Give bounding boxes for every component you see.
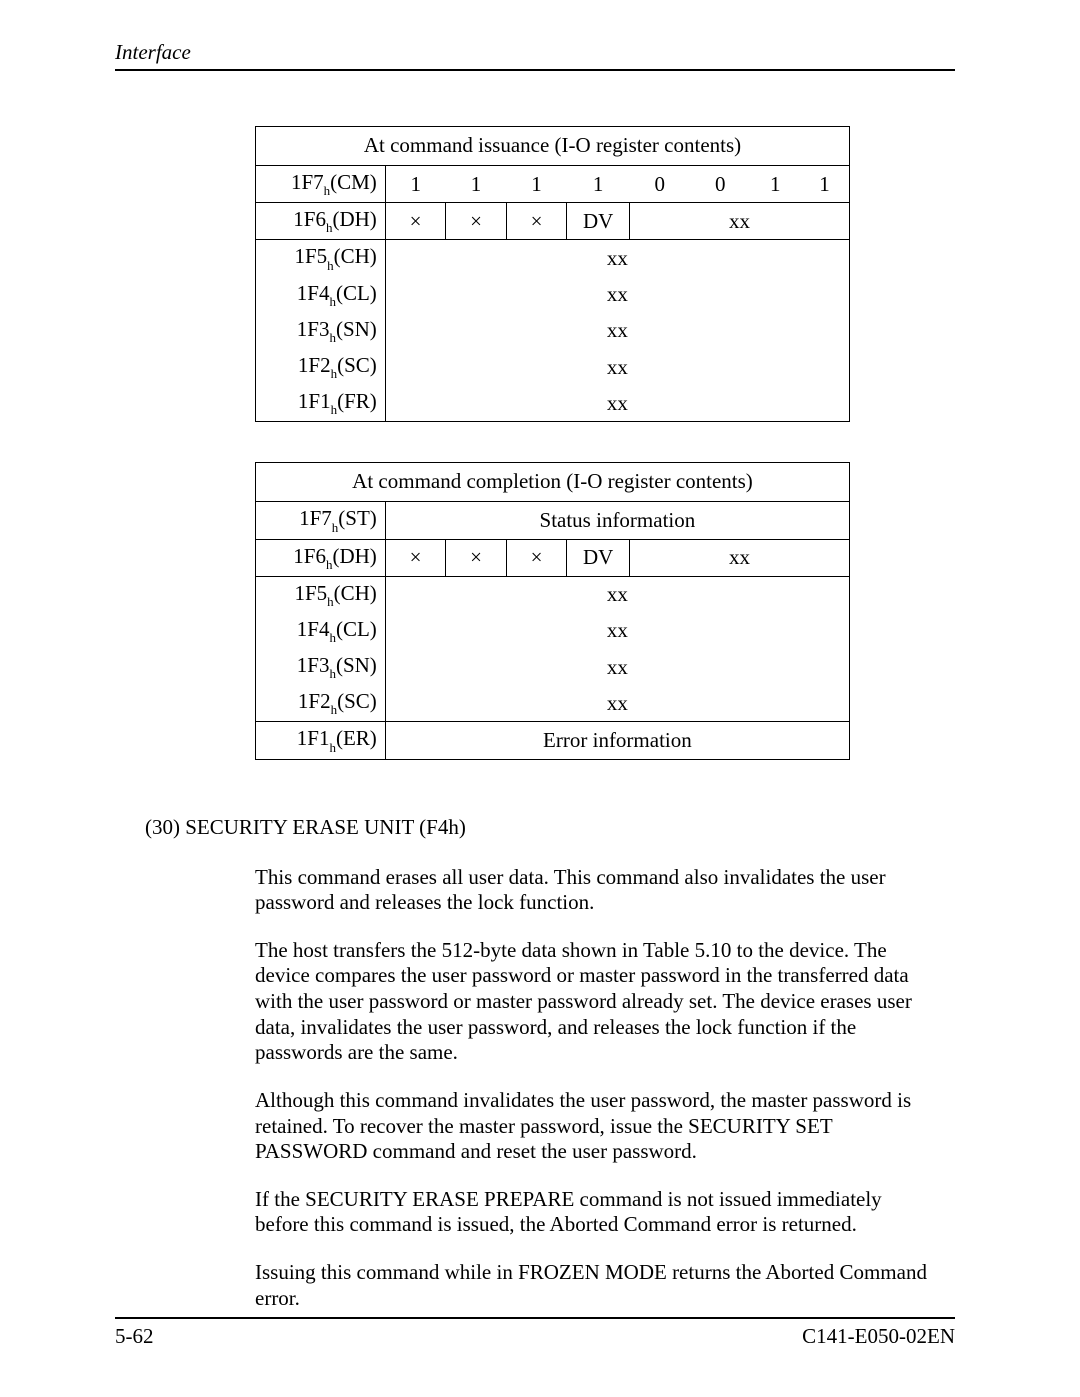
bit-cell-span: Error information	[385, 722, 849, 759]
bit-cell-span: xx	[385, 240, 849, 277]
label-suffix: (CM)	[330, 170, 377, 194]
label-sub: h	[331, 366, 338, 381]
label-suffix: (SN)	[336, 653, 377, 677]
label-main: 1F5	[294, 244, 327, 268]
reg-1f3-sn-label: 1F3h(SN)	[256, 649, 386, 685]
label-main: 1F4	[297, 281, 330, 305]
bit-cell: 1	[750, 166, 800, 203]
label-sub: h	[326, 557, 333, 572]
bit-cell-span: xx	[385, 385, 849, 422]
bit-cell-span: xx	[385, 313, 849, 349]
label-sub: h	[329, 294, 336, 309]
reg-1f5-ch-label: 1F5h(CH)	[256, 240, 386, 277]
bit-cell-span: xx	[385, 576, 849, 613]
bit-cell: 1	[567, 166, 630, 203]
footer-page-number: 5-62	[115, 1324, 154, 1349]
reg-1f7-cm-label: 1F7h(CM)	[256, 166, 386, 203]
label-sub: h	[329, 630, 336, 645]
bit-cell-span: xx	[385, 277, 849, 313]
label-suffix: (ER)	[336, 726, 377, 750]
label-sub: h	[331, 402, 338, 417]
label-sub: h	[329, 740, 336, 755]
table-issuance: At command issuance (I-O register conten…	[255, 126, 850, 422]
bit-cell: 1	[446, 166, 507, 203]
reg-1f6-dh-label: 1F6h(DH)	[256, 539, 386, 576]
label-main: 1F4	[297, 617, 330, 641]
bit-cell: 0	[690, 166, 751, 203]
bit-cell-span: Status information	[385, 502, 849, 539]
bit-cell-span: xx	[629, 539, 849, 576]
body-para: This command erases all user data. This …	[255, 865, 935, 916]
reg-1f1-er-label: 1F1h(ER)	[256, 722, 386, 759]
label-main: 1F5	[294, 581, 327, 605]
bit-cell: ×	[446, 539, 507, 576]
bit-cell-span: xx	[385, 649, 849, 685]
bit-cell: ×	[446, 203, 507, 240]
bit-cell: 0	[629, 166, 690, 203]
bit-cell-span: xx	[629, 203, 849, 240]
body-para: If the SECURITY ERASE PREPARE command is…	[255, 1187, 935, 1238]
label-suffix: (DH)	[332, 544, 376, 568]
label-sub: h	[331, 702, 338, 717]
bit-cell-span: xx	[385, 349, 849, 385]
reg-1f4-cl-label: 1F4h(CL)	[256, 277, 386, 313]
label-main: 1F3	[297, 653, 330, 677]
body-para: The host transfers the 512-byte data sho…	[255, 938, 935, 1066]
label-sub: h	[329, 330, 336, 345]
label-main: 1F1	[297, 726, 330, 750]
bit-cell: ×	[385, 539, 446, 576]
table-completion: At command completion (I-O register cont…	[255, 462, 850, 759]
body-para: Although this command invalidates the us…	[255, 1088, 935, 1165]
label-sub: h	[332, 520, 339, 535]
label-suffix: (ST)	[338, 506, 377, 530]
label-suffix: (CL)	[336, 617, 377, 641]
label-main: 1F2	[298, 353, 331, 377]
bit-cell: 1	[385, 166, 446, 203]
reg-1f2-sc-label: 1F2h(SC)	[256, 685, 386, 722]
reg-1f7-st-label: 1F7h(ST)	[256, 502, 386, 539]
label-suffix: (DH)	[332, 207, 376, 231]
label-suffix: (CH)	[334, 244, 377, 268]
bit-cell: ×	[506, 539, 567, 576]
bit-cell: ×	[506, 203, 567, 240]
reg-1f6-dh-label: 1F6h(DH)	[256, 203, 386, 240]
label-main: 1F6	[293, 544, 326, 568]
label-sub: h	[327, 594, 334, 609]
label-sub: h	[327, 258, 334, 273]
label-suffix: (SN)	[336, 317, 377, 341]
label-main: 1F6	[293, 207, 326, 231]
label-suffix: (CH)	[334, 581, 377, 605]
label-main: 1F3	[297, 317, 330, 341]
reg-1f2-sc-label: 1F2h(SC)	[256, 349, 386, 385]
bit-cell: 1	[800, 166, 850, 203]
bit-cell: DV	[567, 539, 630, 576]
label-sub: h	[326, 220, 333, 235]
label-suffix: (SC)	[337, 353, 377, 377]
footer-doc-id: C141-E050-02EN	[802, 1324, 955, 1349]
label-suffix: (SC)	[337, 689, 377, 713]
bit-cell-span: xx	[385, 685, 849, 722]
label-sub: h	[324, 183, 331, 198]
running-head: Interface	[115, 40, 955, 71]
label-suffix: (FR)	[337, 389, 377, 413]
label-suffix: (CL)	[336, 281, 377, 305]
bit-cell-span: xx	[385, 613, 849, 649]
label-main: 1F7	[299, 506, 332, 530]
body-para: Issuing this command while in FROZEN MOD…	[255, 1260, 935, 1311]
label-main: 1F1	[298, 389, 331, 413]
label-sub: h	[329, 666, 336, 681]
footer-rule	[115, 1317, 955, 1319]
table-issuance-title: At command issuance (I-O register conten…	[256, 127, 850, 166]
label-main: 1F2	[298, 689, 331, 713]
bit-cell: ×	[385, 203, 446, 240]
reg-1f1-fr-label: 1F1h(FR)	[256, 385, 386, 422]
bit-cell: DV	[567, 203, 630, 240]
section-title: (30) SECURITY ERASE UNIT (F4h)	[145, 815, 955, 840]
reg-1f5-ch-label: 1F5h(CH)	[256, 576, 386, 613]
label-main: 1F7	[291, 170, 324, 194]
reg-1f4-cl-label: 1F4h(CL)	[256, 613, 386, 649]
table-completion-title: At command completion (I-O register cont…	[256, 463, 850, 502]
reg-1f3-sn-label: 1F3h(SN)	[256, 313, 386, 349]
bit-cell: 1	[506, 166, 567, 203]
